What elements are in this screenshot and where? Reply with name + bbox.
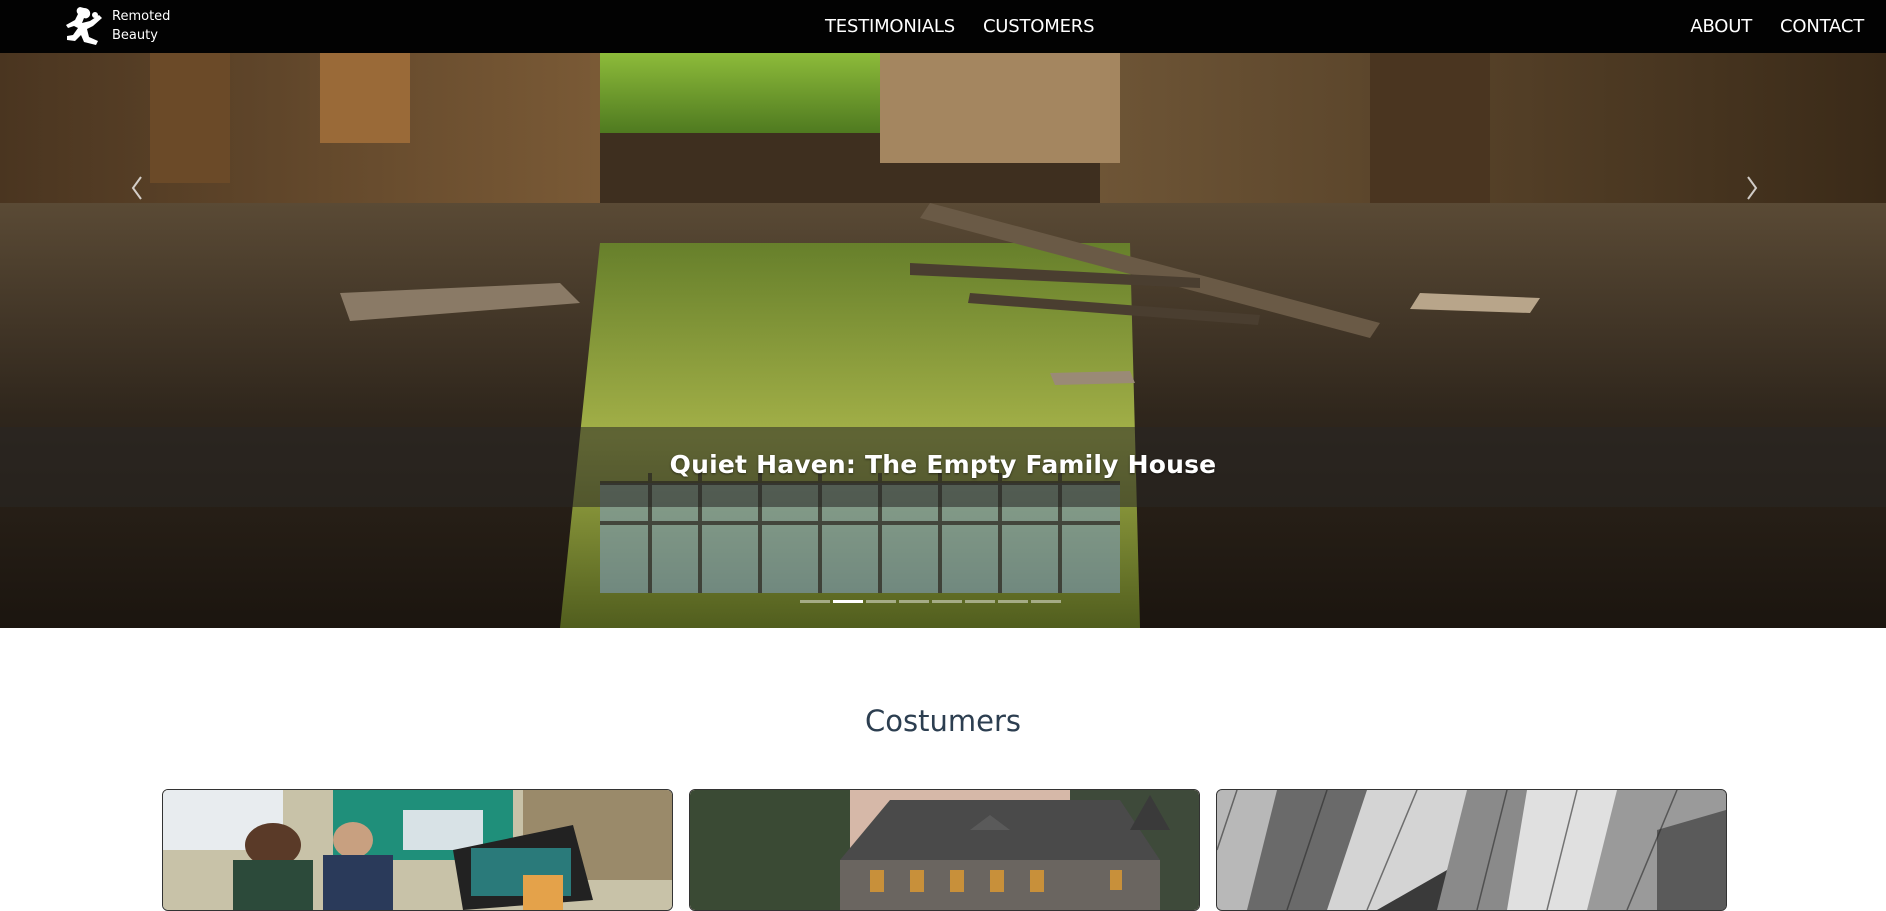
slide-image-abandoned-house: [0, 53, 1886, 628]
card-image-books: [1217, 790, 1726, 910]
customer-card[interactable]: [162, 789, 673, 911]
nav-link-contact[interactable]: CONTACT: [1780, 16, 1864, 37]
carousel-indicator-2[interactable]: [833, 600, 863, 603]
card-image-office-meeting: [163, 790, 672, 910]
carousel-indicator-7[interactable]: [998, 600, 1028, 603]
carousel-indicator-6[interactable]: [965, 600, 995, 603]
carousel-indicator-5[interactable]: [932, 600, 962, 603]
nav-right-group: ABOUT CONTACT: [1676, 0, 1864, 53]
carousel-next-button[interactable]: [1730, 153, 1774, 223]
top-navbar: Remoted Beauty TESTIMONIALS CUSTOMERS AB…: [0, 0, 1886, 53]
brand-logo-icon: [66, 7, 102, 45]
carousel-indicator-1[interactable]: [800, 600, 830, 603]
carousel-caption: Quiet Haven: The Empty Family House: [669, 449, 1217, 479]
section-title: Costumers: [865, 704, 1021, 738]
nav-link-about[interactable]: ABOUT: [1690, 16, 1752, 37]
hero-carousel: Quiet Haven: The Empty Family House: [0, 53, 1886, 628]
customer-card[interactable]: [689, 789, 1200, 911]
carousel-prev-button[interactable]: [115, 153, 159, 223]
chevron-left-icon: [131, 176, 142, 200]
nav-link-testimonials[interactable]: TESTIMONIALS: [825, 16, 955, 37]
brand-name-line1: Remoted: [112, 9, 171, 24]
nav-link-customers[interactable]: CUSTOMERS: [983, 16, 1095, 37]
carousel-indicator-3[interactable]: [866, 600, 896, 603]
chevron-right-icon: [1747, 176, 1758, 200]
card-image-old-castle: [690, 790, 1199, 910]
carousel-indicator-8[interactable]: [1031, 600, 1061, 603]
brand-name: Remoted Beauty: [112, 7, 170, 45]
customer-cards: [162, 789, 1728, 911]
nav-center-group: TESTIMONIALS CUSTOMERS: [825, 0, 1108, 53]
customer-card[interactable]: [1216, 789, 1727, 911]
brand-link[interactable]: Remoted Beauty: [58, 4, 170, 48]
carousel-indicator-4[interactable]: [899, 600, 929, 603]
carousel-indicators: [800, 600, 1061, 603]
brand-name-line2: Beauty: [112, 28, 158, 43]
